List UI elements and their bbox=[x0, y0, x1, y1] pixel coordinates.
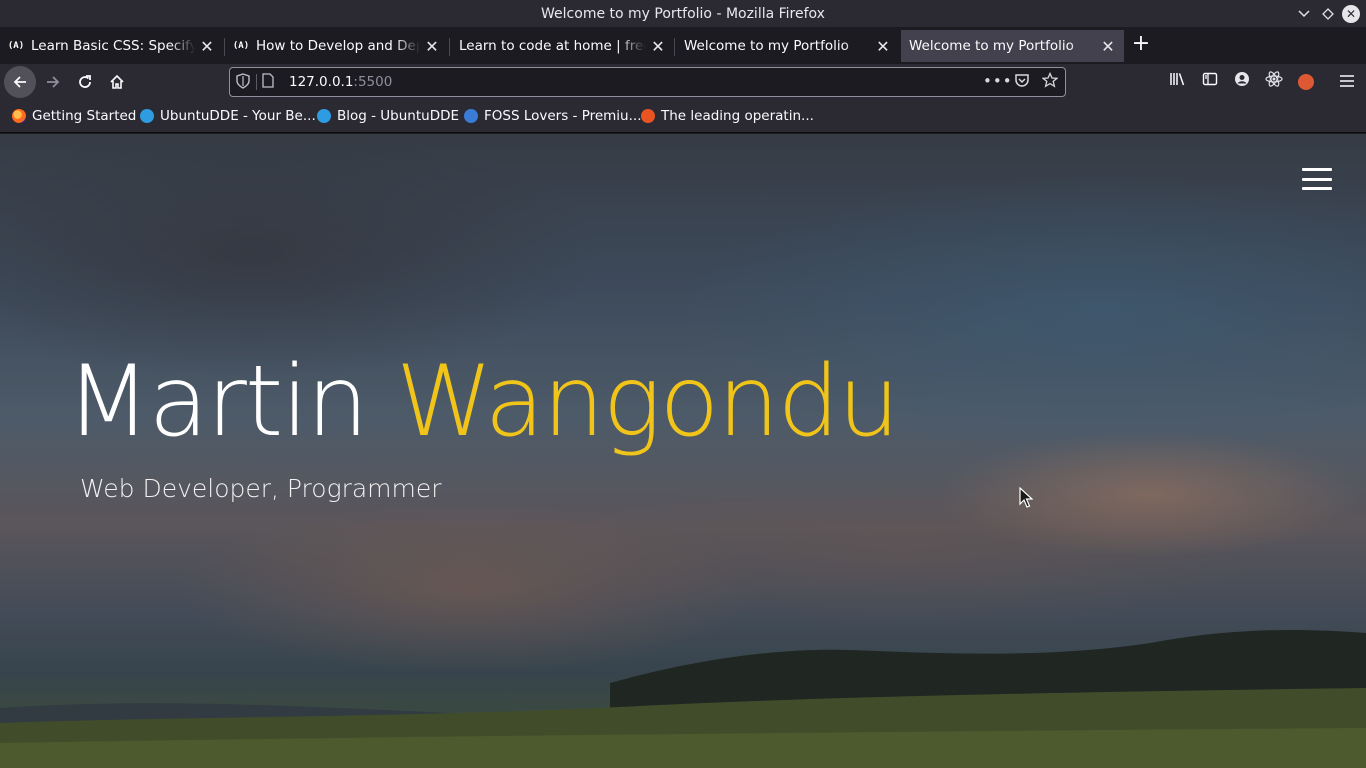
url-host: 127.0.0.1 bbox=[289, 74, 354, 90]
window-titlebar: Welcome to my Portfolio - Mozilla Firefo… bbox=[0, 0, 1366, 28]
library-icon[interactable] bbox=[1166, 70, 1190, 94]
bookmark-ubuntudde[interactable]: UbuntuDDE - Your Be... bbox=[140, 108, 316, 124]
close-window-icon[interactable]: ✕ bbox=[1342, 5, 1360, 23]
window-title: Welcome to my Portfolio - Mozilla Firefo… bbox=[541, 6, 825, 22]
tab-learn-to-code[interactable]: Learn to code at home | freeCodeCamp ✕ bbox=[451, 30, 674, 62]
tab-portfolio-active[interactable]: Welcome to my Portfolio ✕ bbox=[901, 30, 1124, 62]
url-port: :5500 bbox=[353, 74, 393, 90]
tab-how-to-develop[interactable]: (A) How to Develop and Deploy ✕ bbox=[225, 30, 448, 62]
new-tab-icon[interactable]: + bbox=[1130, 30, 1152, 58]
bookmark-star-icon[interactable] bbox=[1039, 71, 1061, 92]
close-tab-icon[interactable]: ✕ bbox=[420, 37, 444, 56]
page-info-icon[interactable] bbox=[262, 73, 276, 91]
ubuntudde-icon bbox=[140, 109, 154, 123]
address-bar[interactable]: 127.0.0.1:5500 ••• bbox=[229, 67, 1066, 97]
close-tab-icon[interactable]: ✕ bbox=[871, 37, 895, 56]
page-actions-dots-icon[interactable]: ••• bbox=[983, 72, 1012, 92]
close-tab-icon[interactable]: ✕ bbox=[1096, 37, 1120, 56]
tab-label: How to Develop and Deploy bbox=[256, 38, 420, 54]
tab-portfolio[interactable]: Welcome to my Portfolio ✕ bbox=[676, 30, 899, 62]
hero-first-name: Martin bbox=[66, 345, 369, 459]
freecodecamp-icon: (A) bbox=[7, 41, 25, 51]
site-menu-hamburger-icon[interactable] bbox=[1302, 168, 1332, 190]
ubuntudde-icon bbox=[317, 109, 331, 123]
bookmark-foss-lovers[interactable]: FOSS Lovers - Premiu... bbox=[464, 108, 642, 124]
mouse-cursor-icon bbox=[1019, 487, 1033, 508]
bookmark-ubuntu[interactable]: The leading operatin... bbox=[641, 108, 814, 124]
hero-subtitle: Web Developer, Programmer bbox=[80, 474, 442, 503]
react-devtools-icon[interactable] bbox=[1262, 70, 1286, 94]
close-tab-icon[interactable]: ✕ bbox=[646, 37, 670, 56]
url-separator bbox=[256, 74, 257, 90]
bookmark-label: FOSS Lovers - Premiu... bbox=[484, 108, 642, 124]
bookmark-getting-started[interactable]: Getting Started bbox=[12, 108, 136, 124]
ubuntu-icon bbox=[641, 109, 655, 123]
bookmark-label: Getting Started bbox=[32, 108, 137, 124]
back-arrow-icon[interactable] bbox=[4, 66, 36, 98]
pocket-icon[interactable] bbox=[1011, 72, 1033, 92]
bookmark-label: Blog - UbuntuDDE bbox=[337, 108, 460, 124]
hamburger-menu-icon[interactable] bbox=[1335, 70, 1359, 94]
close-tab-icon[interactable]: ✕ bbox=[195, 37, 219, 56]
bookmark-blog-ubuntudde[interactable]: Blog - UbuntuDDE bbox=[317, 108, 459, 124]
tab-label: Welcome to my Portfolio bbox=[909, 38, 1074, 54]
home-icon[interactable] bbox=[101, 66, 133, 98]
tab-label: Learn to code at home | freeCodeCamp bbox=[459, 38, 646, 54]
tab-separator bbox=[674, 38, 675, 56]
tab-label: Welcome to my Portfolio bbox=[684, 38, 849, 54]
tab-learn-basic-css[interactable]: (A) Learn Basic CSS: Specify How ✕ bbox=[0, 30, 223, 62]
forward-arrow-icon[interactable] bbox=[37, 66, 69, 98]
tab-label: Learn Basic CSS: Specify How bbox=[31, 38, 195, 54]
hero-name: Martin Wangondu bbox=[66, 342, 900, 462]
firefox-icon bbox=[12, 109, 26, 123]
freecodecamp-icon: (A) bbox=[232, 41, 250, 51]
tracking-protection-shield-icon[interactable] bbox=[236, 73, 252, 91]
sidebar-icon[interactable] bbox=[1198, 70, 1222, 94]
minimize-icon[interactable] bbox=[1295, 5, 1313, 23]
foss-lovers-icon bbox=[464, 109, 478, 123]
portfolio-hero-section: Martin Wangondu Web Developer, Programme… bbox=[0, 134, 1366, 768]
url-text[interactable]: 127.0.0.1:5500 bbox=[289, 74, 392, 90]
bookmark-label: The leading operatin... bbox=[661, 108, 814, 124]
account-icon[interactable] bbox=[1230, 70, 1254, 94]
reload-icon[interactable] bbox=[69, 66, 101, 98]
navigation-toolbar: 127.0.0.1:5500 ••• bbox=[0, 64, 1366, 100]
bookmarks-toolbar: Getting Started UbuntuDDE - Your Be... B… bbox=[0, 100, 1366, 133]
hero-last-name: Wangondu bbox=[395, 345, 900, 459]
bookmark-label: UbuntuDDE - Your Be... bbox=[160, 108, 316, 124]
tab-bar: (A) Learn Basic CSS: Specify How ✕ (A) H… bbox=[0, 28, 1366, 64]
duckduckgo-icon[interactable] bbox=[1294, 70, 1318, 94]
tab-separator bbox=[449, 38, 450, 56]
maximize-icon[interactable] bbox=[1319, 5, 1337, 23]
